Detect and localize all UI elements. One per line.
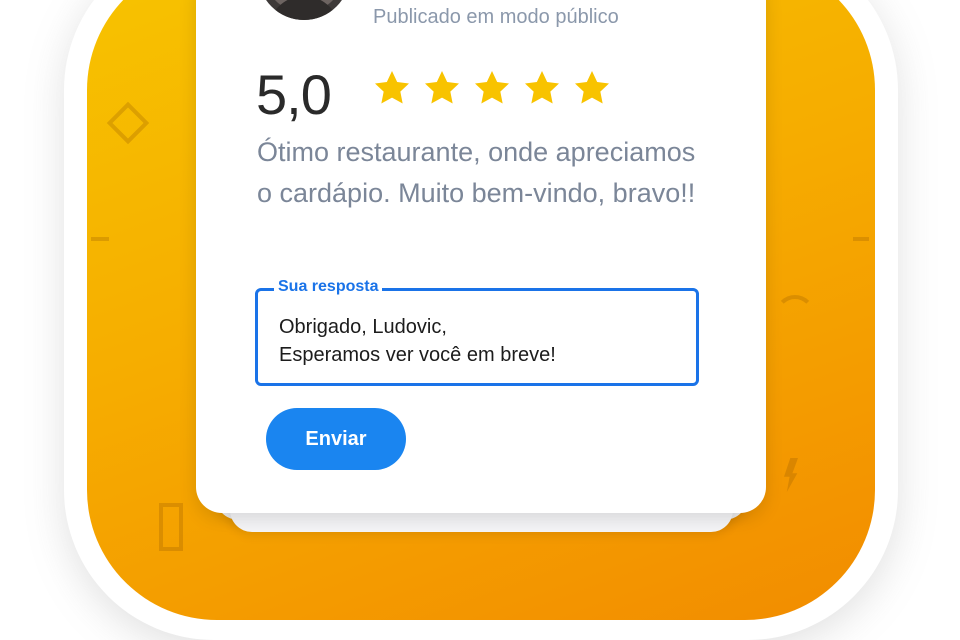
star-icon [375,71,409,104]
star-icon [525,71,559,104]
review-card: Publicado em modo público 5,0 Ótimo rest… [196,0,766,513]
reply-text[interactable]: Obrigado, Ludovic, Esperamos ver você em… [279,313,556,369]
decorative-dash [91,237,109,241]
send-button[interactable]: Enviar [266,408,406,470]
star-icon [575,71,609,104]
decorative-dash [853,237,869,241]
star-rating [372,68,612,108]
rating-value: 5,0 [256,63,332,126]
reply-field[interactable]: Sua resposta Obrigado, Ludovic, Esperamo… [255,278,699,386]
publish-status: Publicado em modo público [373,6,619,28]
avatar-shirt [268,0,340,20]
decorative-bolt-icon [784,458,798,492]
reply-line: Esperamos ver você em breve! [279,344,556,366]
decorative-diamond [106,101,150,145]
review-text: Ótimo restaurante, onde apreciamos o car… [257,137,696,208]
decorative-rectangle [159,503,183,551]
star-icon [425,71,459,104]
reply-field-label: Sua resposta [274,278,383,296]
reply-line: Obrigado, Ludovic, [279,316,447,338]
avatar [258,0,350,20]
star-icon [475,71,509,104]
decorative-arc [775,295,815,335]
